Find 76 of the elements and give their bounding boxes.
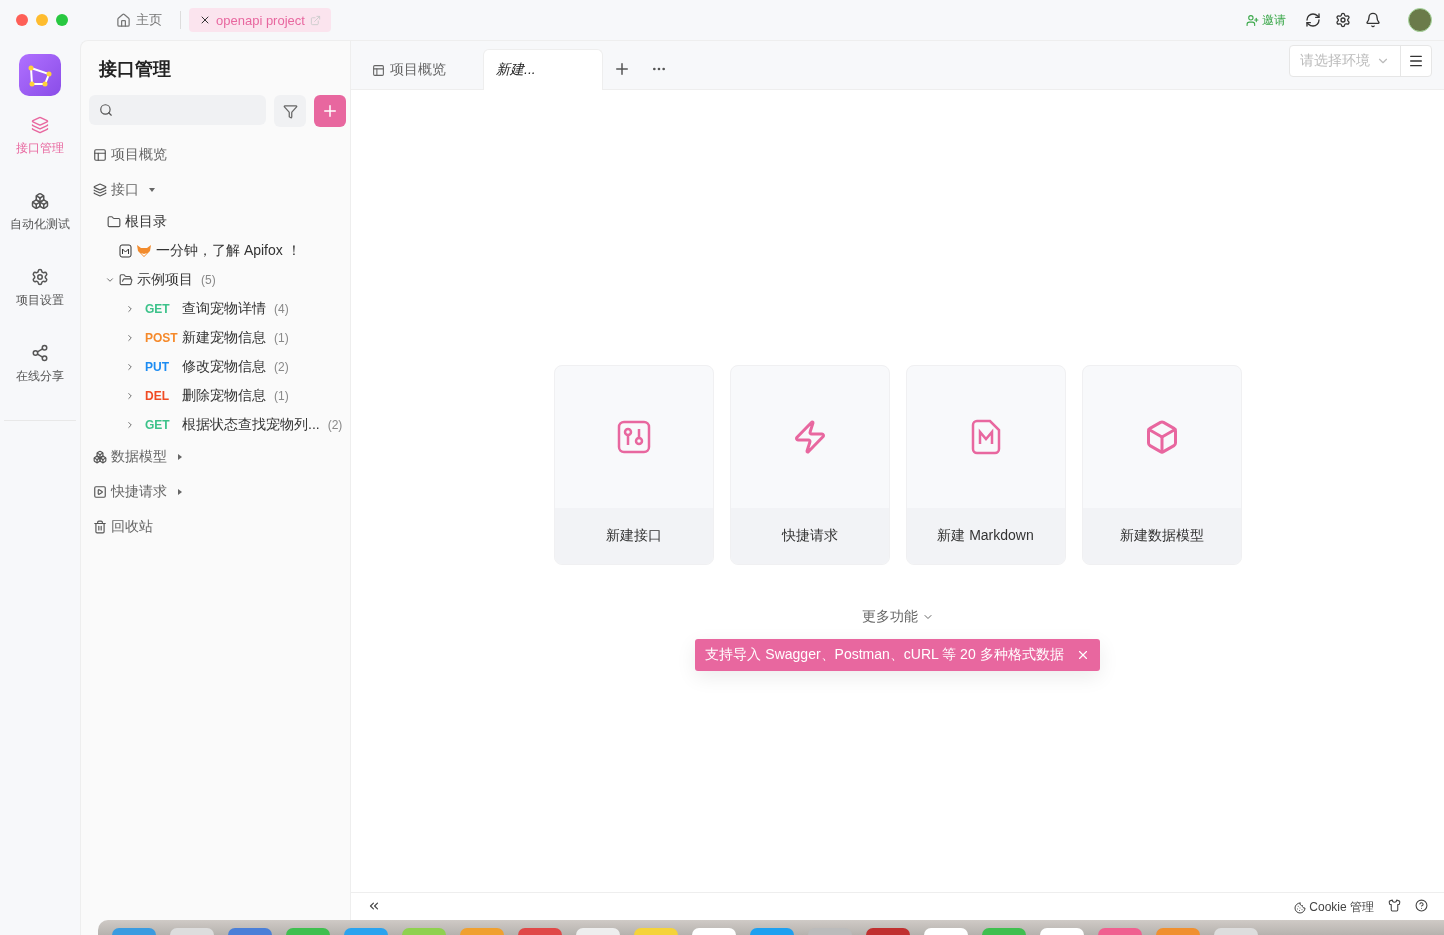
refresh-icon[interactable] xyxy=(1305,12,1321,28)
right-triangle-icon[interactable] xyxy=(177,453,183,460)
endpoint-name[interactable]: 根据状态查找宠物列... xyxy=(182,415,320,434)
filter-button[interactable] xyxy=(274,95,306,127)
tip-text: 支持导入 Swagger、Postman、cURL 等 20 多种格式数据 xyxy=(705,646,1064,664)
chevron-right-icon[interactable] xyxy=(125,419,135,430)
menu-icon xyxy=(1408,53,1424,69)
search-field[interactable] xyxy=(89,95,266,125)
fox-icon xyxy=(136,243,152,258)
item-count: (5) xyxy=(201,272,216,287)
create-card[interactable]: 快捷请求 xyxy=(729,365,890,565)
user-avatar[interactable] xyxy=(1408,8,1432,32)
markdown-file-icon xyxy=(119,243,132,258)
editor-tab[interactable]: 新建... xyxy=(483,49,603,90)
plus-icon xyxy=(321,102,339,120)
http-method: GET xyxy=(145,301,171,316)
close-window-button[interactable] xyxy=(16,14,28,26)
item-count: (2) xyxy=(274,359,289,374)
markdown-file-icon xyxy=(970,419,1001,455)
zoom-window-button[interactable] xyxy=(56,14,68,26)
settings-icon[interactable] xyxy=(1335,12,1351,28)
item-count: (2) xyxy=(327,417,343,432)
nav-item[interactable]: 项目设置 xyxy=(16,268,64,344)
create-card[interactable]: 新建 Markdown xyxy=(905,365,1066,565)
item-count: (1) xyxy=(274,330,289,345)
right-triangle-icon[interactable] xyxy=(177,488,183,495)
chevron-right-icon[interactable] xyxy=(125,390,135,401)
http-method: PUT xyxy=(145,359,170,374)
chevron-right-icon[interactable] xyxy=(125,332,135,343)
cookie-icon xyxy=(1294,901,1307,914)
nav-item-label[interactable]: 数据模型 xyxy=(111,447,167,466)
item-count: (1) xyxy=(274,388,289,403)
endpoint-name[interactable]: 删除宠物信息 xyxy=(182,386,266,405)
item-count: (4) xyxy=(274,301,289,316)
nav-item[interactable]: 在线分享 xyxy=(16,344,64,420)
cookie-button[interactable]: Cookie 管理 xyxy=(1294,899,1374,916)
tree-item-label[interactable]: 一分钟，了解 Apifox ！ xyxy=(156,241,301,260)
collapse-icon[interactable] xyxy=(367,899,381,913)
create-card[interactable]: 新建数据模型 xyxy=(1081,365,1242,565)
endpoint-name[interactable]: 查询宠物详情 xyxy=(182,299,266,318)
window-tab[interactable]: 主页 xyxy=(106,8,172,32)
plus-icon xyxy=(613,60,631,78)
settings-icon xyxy=(31,268,49,286)
trash-icon xyxy=(93,519,107,534)
panel-title: 接口管理 xyxy=(98,58,172,81)
app-logo xyxy=(19,54,61,96)
create-card[interactable]: 新建接口 xyxy=(553,365,714,565)
filter-icon xyxy=(282,103,298,119)
http-method: POST xyxy=(145,330,178,345)
nav-item-label[interactable]: 接口 xyxy=(111,180,139,199)
add-user-icon xyxy=(1246,13,1259,27)
share-icon xyxy=(31,344,49,362)
nav-item-label[interactable]: 项目概览 xyxy=(111,145,167,164)
search-icon xyxy=(99,103,113,117)
nav-item[interactable]: 自动化测试 xyxy=(10,192,70,268)
chevron-right-icon[interactable] xyxy=(125,303,135,314)
close-icon[interactable] xyxy=(199,14,211,26)
shirt-icon[interactable] xyxy=(1388,899,1401,912)
add-button[interactable] xyxy=(314,95,346,127)
bell-icon[interactable] xyxy=(1365,12,1381,28)
tree-item-label[interactable]: 根目录 xyxy=(125,212,167,231)
http-method: DEL xyxy=(145,388,170,403)
more-features-button[interactable]: 更多功能 xyxy=(855,607,940,627)
http-method: GET xyxy=(145,417,171,432)
endpoint-name[interactable]: 新建宠物信息 xyxy=(182,328,266,347)
nav-item-label[interactable]: 回收站 xyxy=(111,517,153,536)
editor-tab[interactable]: 项目概览 xyxy=(361,49,483,90)
help-icon[interactable] xyxy=(1415,899,1428,912)
folder-icon xyxy=(119,272,133,287)
endpoint-name[interactable]: 修改宠物信息 xyxy=(182,357,266,376)
chevron-right-icon[interactable] xyxy=(125,361,135,372)
nav-item-label[interactable]: 快捷请求 xyxy=(111,482,167,501)
tree-item-label[interactable]: 示例项目 xyxy=(137,270,193,289)
dropdown-triangle-icon[interactable] xyxy=(149,186,155,193)
folder-icon xyxy=(107,214,121,229)
home-icon xyxy=(116,12,131,28)
